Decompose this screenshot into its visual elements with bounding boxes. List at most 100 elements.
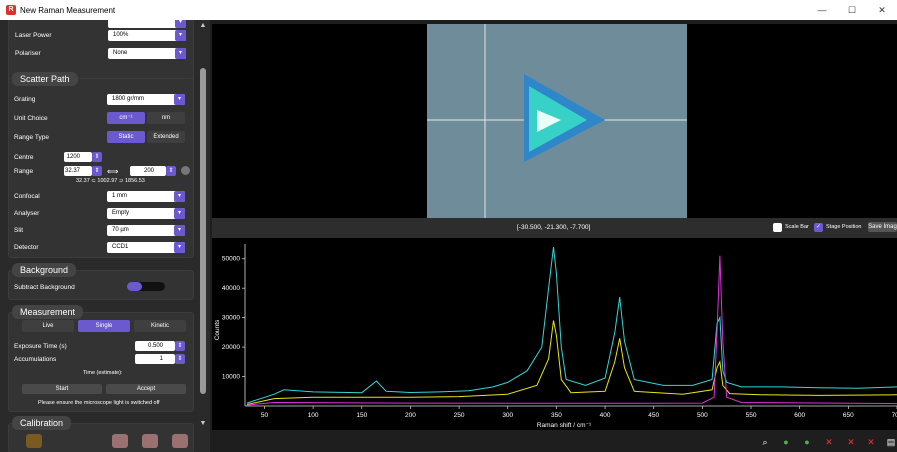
accumulations-label: Accumulations <box>14 356 57 363</box>
exposure-label: Exposure Time (s) <box>14 343 67 350</box>
scroll-down-icon[interactable]: ▼ <box>198 420 208 427</box>
analyser-label: Analyser <box>14 210 40 217</box>
range-low-input[interactable]: 32.37 <box>64 166 92 176</box>
spectrum-chart-svg: 50 100 150 200 250 300 350 400 450 500 550 600 650 70… <box>214 244 897 429</box>
x-tick-label: 50 <box>261 412 269 419</box>
home-hand-icon[interactable] <box>26 434 42 448</box>
range-summary: 32.37 ⊂ 1002.97 ⊃ 1856.53 <box>76 178 145 184</box>
centre-label: Centre <box>14 154 34 161</box>
polariser-dropdown[interactable]: None ▾ <box>108 48 186 59</box>
range-low-spinner-icon[interactable]: ⇕ <box>92 166 102 176</box>
baseline-marker-icon[interactable]: ● <box>800 435 814 449</box>
grating-dropdown[interactable]: 1800 gr/mm ▾ <box>107 94 185 105</box>
chevron-down-icon: ▾ <box>174 94 185 105</box>
y-tick-label: 40000 <box>222 285 240 292</box>
x-axis-label: Raman shift / cm⁻¹ <box>537 422 592 429</box>
laser-wavelength-dropdown[interactable]: ▾ <box>108 20 186 28</box>
unit-nm-button[interactable]: nm <box>147 112 185 124</box>
camera-status-bar: [-30.500, -21.300, -7.700] Scale Bar ✓ S… <box>212 218 897 238</box>
slit-dropdown[interactable]: 70 µm ▾ <box>107 225 185 236</box>
chevron-down-icon: ▾ <box>175 30 186 41</box>
polariser-label: Polariser <box>15 50 41 57</box>
y-axis-label: Counts <box>214 319 221 340</box>
mode-single-button[interactable]: Single <box>78 320 130 332</box>
scrollbar-thumb[interactable] <box>200 68 206 394</box>
maximize-button[interactable]: ☐ <box>837 0 867 20</box>
centre-input[interactable]: 1200 <box>64 152 92 162</box>
confocal-label: Confocal <box>14 193 40 200</box>
x-tick-label: 400 <box>600 412 611 419</box>
chevron-down-icon: ▾ <box>174 208 185 219</box>
export-icon[interactable]: ▤ <box>884 435 897 449</box>
stage-position-checkbox[interactable]: ✓ <box>814 223 823 232</box>
peak-marker-icon[interactable]: ● <box>779 435 793 449</box>
minimize-button[interactable]: — <box>807 0 837 20</box>
exposure-spinner-icon[interactable]: ⇕ <box>175 341 185 351</box>
x-tick-label: 550 <box>746 412 757 419</box>
y-tick-label: 20000 <box>222 344 240 351</box>
chevron-down-icon: ▾ <box>175 20 186 28</box>
x-tick-label: 250 <box>454 412 465 419</box>
scale-bar-label: Scale Bar <box>785 224 809 230</box>
x-tick-label: 350 <box>551 412 562 419</box>
calibration-title: Calibration <box>12 416 72 430</box>
calibrate-laser-icon[interactable] <box>112 434 128 448</box>
settings-gear-icon[interactable] <box>181 166 190 175</box>
stage-coordinates: [-30.500, -21.300, -7.700] <box>517 224 591 231</box>
clear-all-icon[interactable]: ✕ <box>864 435 878 449</box>
save-image-button[interactable]: Save Imag <box>868 222 897 232</box>
settings-scrollbar[interactable]: ▲ ▼ <box>198 20 208 428</box>
x-tick-label: 600 <box>794 412 805 419</box>
accept-button[interactable]: Accept <box>106 384 186 394</box>
microscope-image[interactable] <box>427 24 687 218</box>
background-title: Background <box>12 263 77 277</box>
range-static-button[interactable]: Static <box>107 131 145 143</box>
window-controls: — ☐ ✕ <box>807 0 897 20</box>
start-button[interactable]: Start <box>22 384 102 394</box>
range-high-spinner-icon[interactable]: ⇕ <box>166 166 176 176</box>
laser-power-dropdown[interactable]: 100% ▾ <box>108 30 186 41</box>
subtract-background-toggle[interactable] <box>127 282 165 291</box>
range-high-input[interactable]: 200 <box>130 166 166 176</box>
close-button[interactable]: ✕ <box>867 0 897 20</box>
remove-baseline-icon[interactable]: ✕ <box>844 435 858 449</box>
scale-bar-checkbox[interactable] <box>773 223 782 232</box>
mode-live-button[interactable]: Live <box>22 320 74 332</box>
confocal-dropdown[interactable]: 1 mm ▾ <box>107 191 185 202</box>
analyser-dropdown[interactable]: Empty ▾ <box>107 208 185 219</box>
grating-label: Grating <box>14 96 36 103</box>
x-tick-label: 650 <box>843 412 854 419</box>
zoom-search-icon[interactable]: ⌕ <box>758 435 772 449</box>
range-extended-button[interactable]: Extended <box>147 131 185 143</box>
x-tick-label: 300 <box>502 412 513 419</box>
unit-cm-button[interactable]: cm⁻¹ <box>107 112 145 124</box>
range-link-arrow-icon: ⟺ <box>107 167 119 176</box>
sample-image-svg <box>427 24 687 218</box>
accumulations-input[interactable]: 1 <box>135 354 175 364</box>
time-estimate-label: Time (estimate): <box>83 370 123 376</box>
scroll-up-icon[interactable]: ▲ <box>198 22 208 29</box>
microscope-light-note: Please ensure the microscope light is sw… <box>38 400 160 406</box>
x-tick-label: 150 <box>356 412 367 419</box>
centre-spinner-icon[interactable]: ⇕ <box>92 152 102 162</box>
laser-power-label: Laser Power <box>15 32 52 39</box>
exposure-input[interactable]: 0.500 <box>135 341 175 351</box>
mode-kinetic-button[interactable]: Kinetic <box>134 320 186 332</box>
slit-label: Slit <box>14 227 24 234</box>
accumulations-spinner-icon[interactable]: ⇕ <box>175 354 185 364</box>
subtract-background-label: Subtract Background <box>14 284 75 291</box>
calibrate-grating-icon[interactable] <box>142 434 158 448</box>
y-tick-label: 30000 <box>222 315 240 322</box>
chevron-down-icon: ▾ <box>175 48 186 59</box>
window-title: New Raman Measurement <box>20 5 116 15</box>
remove-peak-icon[interactable]: ✕ <box>822 435 836 449</box>
app-logo-icon: R <box>6 5 16 15</box>
detector-dropdown[interactable]: CCD1 ▾ <box>107 242 185 253</box>
calibrate-detector-icon[interactable] <box>172 434 188 448</box>
chevron-down-icon: ▾ <box>174 242 185 253</box>
x-tick-label: 200 <box>405 412 416 419</box>
unit-choice-label: Unit Choice <box>14 115 48 122</box>
chevron-down-icon: ▾ <box>174 225 185 236</box>
stage-position-label: Stage Position <box>826 224 862 230</box>
spectrum-chart[interactable]: 50 100 150 200 250 300 350 400 450 500 550 600 650 70… <box>212 238 897 430</box>
